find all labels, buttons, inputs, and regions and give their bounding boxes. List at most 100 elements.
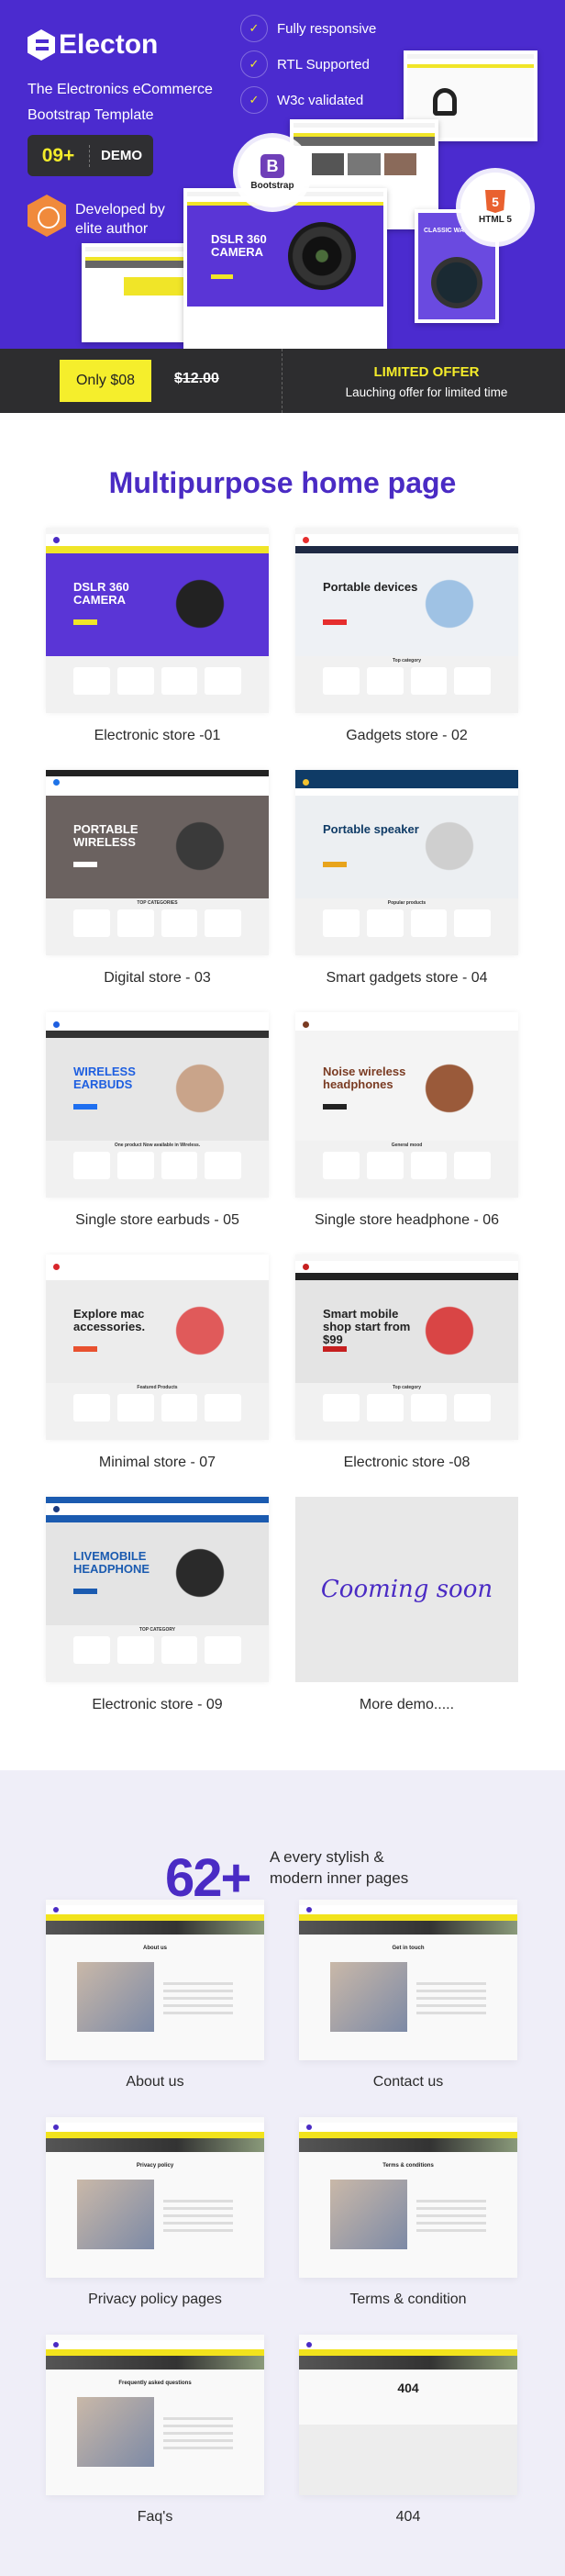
category-tile — [161, 1152, 198, 1179]
thumb-banner — [46, 2138, 264, 2152]
thumb-category-row — [73, 667, 241, 695]
preview-hero-title: DSLR 360 CAMERA — [211, 232, 267, 259]
section-title: Multipurpose home page — [108, 466, 457, 499]
category-tile — [410, 1152, 448, 1179]
thumb-hero-title: Explore mac accessories. — [73, 1307, 146, 1333]
tagline: The Electronics eCommerce Bootstrap Temp… — [28, 77, 238, 128]
thumb-hero-button — [73, 862, 97, 867]
demo-thumbnail[interactable]: DSLR 360 CAMERA — [46, 528, 269, 713]
text-line — [163, 2417, 233, 2420]
category-tile — [73, 667, 110, 695]
text-line — [416, 2214, 486, 2217]
html5-label: HTML 5 — [479, 215, 512, 225]
thumb-nav — [46, 2132, 264, 2138]
thumb-topbar — [46, 528, 269, 534]
inner-page-thumbnail[interactable]: Frequently asked questions — [46, 2335, 264, 2495]
thumb-nav — [299, 2132, 517, 2138]
thumb-section-title: Top category — [392, 1385, 422, 1390]
demo-label: DEMO — [101, 148, 142, 163]
thumb-category-row — [323, 1394, 491, 1422]
inner-page-thumbnail[interactable]: Get in touch — [299, 1900, 517, 2060]
text-line — [163, 2229, 233, 2232]
category-tile — [410, 667, 448, 695]
tagline-line: A every stylish & — [270, 1848, 384, 1866]
thumb-nav — [295, 1031, 518, 1038]
thumb-nav — [46, 1515, 269, 1522]
demo-label[interactable]: Single store headphone - 06 — [295, 1212, 518, 1229]
demo-thumbnail[interactable]: LIVEMOBILE HEADPHONE TOP CATEGORY — [46, 1497, 269, 1682]
demo-label[interactable]: Electronic store -01 — [46, 728, 269, 744]
demo-label[interactable]: Minimal store - 07 — [46, 1455, 269, 1471]
category-tile — [366, 1152, 404, 1179]
text-line — [163, 2425, 233, 2427]
text-line — [163, 2222, 233, 2225]
category-tile — [454, 1394, 491, 1422]
thumb-header — [299, 2340, 517, 2349]
demo-label[interactable]: Electronic store -08 — [295, 1455, 518, 1471]
price-button[interactable]: Only $08 — [60, 360, 151, 402]
thumb-category-row — [323, 1152, 491, 1179]
thumb-hero: DSLR 360 CAMERA — [46, 553, 269, 656]
thumb-banner — [46, 2356, 264, 2370]
thumb-image — [330, 1962, 407, 2032]
inner-page-thumbnail[interactable]: Privacy policy — [46, 2117, 264, 2278]
category-tile — [205, 1394, 241, 1422]
thumb-hero: Portable devices — [295, 553, 518, 656]
category-tile — [366, 1394, 404, 1422]
camera-image — [288, 222, 356, 290]
feature-item: ✓ W3c validated — [240, 86, 363, 114]
demo-label[interactable]: Smart gadgets store - 04 — [295, 970, 518, 987]
thumb-logo-icon — [53, 537, 60, 543]
text-line — [163, 2447, 233, 2449]
demo-label[interactable]: Single store earbuds - 05 — [46, 1212, 269, 1229]
thumb-nav — [299, 2349, 517, 2356]
elite-author-icon — [28, 195, 66, 237]
tagline-line: The Electronics eCommerce — [28, 82, 213, 97]
thumb-hero-button — [73, 1346, 97, 1352]
thumb-hero: Explore mac accessories. — [46, 1280, 269, 1383]
text-line — [416, 1990, 486, 1992]
coming-soon-card: Cooming soon — [295, 1497, 518, 1682]
demo-thumbnail[interactable]: PORTABLE WIRELESS TOP CATEGORIES — [46, 770, 269, 955]
thumb-hero-button — [323, 619, 347, 625]
demo-thumbnail[interactable]: Explore mac accessories. Featured Product… — [46, 1255, 269, 1440]
inner-page-label[interactable]: 404 — [299, 2509, 517, 2526]
thumb-hero-button — [323, 1104, 347, 1110]
category-tile — [205, 1152, 241, 1179]
inner-page-thumbnail[interactable]: About us — [46, 1900, 264, 2060]
demo-label[interactable]: Digital store - 03 — [46, 970, 269, 987]
thumb-logo-icon — [53, 1264, 60, 1270]
category-tile — [116, 1636, 154, 1664]
inner-page-label[interactable]: Terms & condition — [299, 2292, 517, 2308]
demo-thumbnail[interactable]: Portable devices Top category — [295, 528, 518, 713]
thumb-hero-button — [323, 1346, 347, 1352]
thumb-nav — [299, 1914, 517, 1921]
inner-page-label[interactable]: Contact us — [299, 2074, 517, 2091]
demo-thumbnail[interactable]: Noise wireless headphones General mood — [295, 1012, 518, 1198]
inner-pages-tagline: A every stylish & modern inner pages — [270, 1846, 408, 1889]
text-line — [163, 2012, 233, 2014]
inner-page-label[interactable]: Faq's — [46, 2509, 264, 2526]
thumb-hero-title: Noise wireless headphones — [323, 1065, 406, 1091]
text-line — [416, 2222, 486, 2225]
more-demo-label[interactable]: More demo..... — [295, 1697, 518, 1713]
thumb-hero-button — [323, 862, 347, 867]
inner-page-label[interactable]: About us — [46, 2074, 264, 2091]
demo-label[interactable]: Gadgets store - 02 — [295, 728, 518, 744]
thumb-logo-icon — [53, 1506, 60, 1512]
thumb-hero-title: Portable speaker — [323, 822, 419, 836]
demo-thumbnail[interactable]: Portable speaker Popular products — [295, 770, 518, 955]
demo-thumbnail[interactable]: WIRELESS EARBUDS One product Now availabl… — [46, 1012, 269, 1198]
thumb-nav — [295, 1273, 518, 1280]
thumb-text-lines — [416, 1982, 486, 2019]
thumb-banner — [46, 1921, 264, 1935]
inner-page-label[interactable]: Privacy policy pages — [46, 2292, 264, 2308]
demo-label[interactable]: Electronic store - 09 — [46, 1697, 269, 1713]
inner-page-thumbnail[interactable]: 404 — [299, 2335, 517, 2495]
category-tile — [161, 1394, 198, 1422]
demo-thumbnail[interactable]: Smart mobile shop start from $99 Top cate… — [295, 1255, 518, 1440]
check-icon: ✓ — [240, 50, 268, 78]
thumb-nav — [46, 788, 269, 796]
preview-watch-title: CLASSIC WA — [424, 228, 464, 234]
inner-page-thumbnail[interactable]: Terms & conditions — [299, 2117, 517, 2278]
